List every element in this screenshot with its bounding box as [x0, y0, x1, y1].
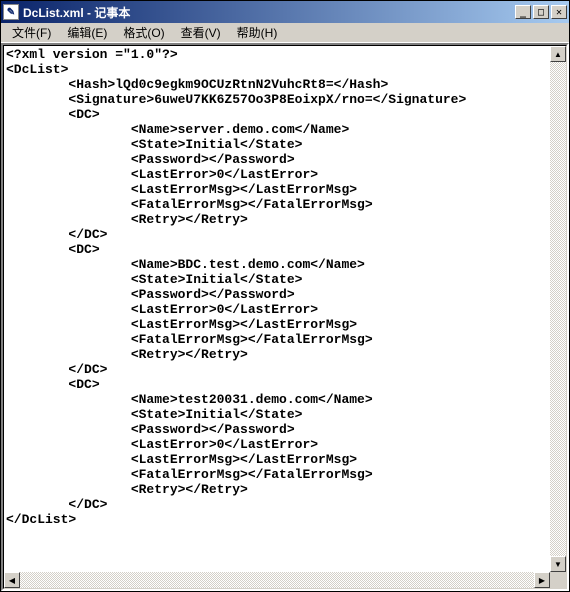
menu-file[interactable]: 文件(F) — [5, 22, 58, 43]
line: <Retry></Retry> — [6, 347, 248, 362]
scroll-down-button[interactable]: ▼ — [550, 556, 566, 572]
window-title: DcList.xml - 记事本 — [23, 4, 515, 21]
menu-help[interactable]: 帮助(H) — [230, 22, 285, 43]
content-inner: <?xml version ="1.0"?> <DcList> <Hash>lQ… — [3, 45, 567, 589]
scroll-track-horizontal[interactable] — [20, 572, 534, 588]
line: <LastErrorMsg></LastErrorMsg> — [6, 452, 357, 467]
line: <Retry></Retry> — [6, 212, 248, 227]
window-controls: _ □ ✕ — [515, 5, 567, 19]
line: <LastError>0</LastError> — [6, 302, 318, 317]
line: </DC> — [6, 362, 107, 377]
line: <DcList> — [6, 62, 68, 77]
scrollbar-corner — [550, 572, 566, 588]
line: <LastError>0</LastError> — [6, 437, 318, 452]
scroll-left-button[interactable]: ◀ — [4, 572, 20, 588]
line: </DcList> — [6, 512, 76, 527]
minimize-button[interactable]: _ — [515, 5, 531, 19]
line: </DC> — [6, 227, 107, 242]
notepad-icon: ✎ — [3, 4, 19, 20]
line: <DC> — [6, 107, 100, 122]
scroll-track-vertical[interactable] — [550, 62, 566, 556]
line: <Password></Password> — [6, 287, 295, 302]
line: <State>Initial</State> — [6, 272, 302, 287]
line: <Password></Password> — [6, 422, 295, 437]
line: <FatalErrorMsg></FatalErrorMsg> — [6, 197, 373, 212]
line: <Hash>lQd0c9egkm9OCUzRtnN2VuhcRt8=</Hash… — [6, 77, 388, 92]
menu-edit[interactable]: 编辑(E) — [60, 22, 114, 43]
line: <DC> — [6, 242, 100, 257]
menu-format[interactable]: 格式(O) — [116, 22, 171, 43]
line: <FatalErrorMsg></FatalErrorMsg> — [6, 467, 373, 482]
line: <State>Initial</State> — [6, 407, 302, 422]
line: <Name>test20031.demo.com</Name> — [6, 392, 373, 407]
line: <?xml version ="1.0"?> — [6, 47, 178, 62]
text-area[interactable]: <?xml version ="1.0"?> <DcList> <Hash>lQ… — [4, 46, 550, 572]
line: <State>Initial</State> — [6, 137, 302, 152]
maximize-button[interactable]: □ — [533, 5, 549, 19]
menubar: 文件(F) 编辑(E) 格式(O) 查看(V) 帮助(H) — [1, 23, 569, 43]
line: <Password></Password> — [6, 152, 295, 167]
menu-view[interactable]: 查看(V) — [174, 22, 228, 43]
line: <Name>server.demo.com</Name> — [6, 122, 349, 137]
horizontal-scrollbar[interactable]: ◀ ▶ — [4, 572, 550, 588]
line: <LastError>0</LastError> — [6, 167, 318, 182]
titlebar: ✎ DcList.xml - 记事本 _ □ ✕ — [1, 1, 569, 23]
line: <LastErrorMsg></LastErrorMsg> — [6, 182, 357, 197]
scroll-right-button[interactable]: ▶ — [534, 572, 550, 588]
content-frame: <?xml version ="1.0"?> <DcList> <Hash>lQ… — [1, 43, 569, 591]
scroll-up-button[interactable]: ▲ — [550, 46, 566, 62]
line: <DC> — [6, 377, 100, 392]
close-button[interactable]: ✕ — [551, 5, 567, 19]
line: <FatalErrorMsg></FatalErrorMsg> — [6, 332, 373, 347]
line: <Retry></Retry> — [6, 482, 248, 497]
line: </DC> — [6, 497, 107, 512]
vertical-scrollbar[interactable]: ▲ ▼ — [550, 46, 566, 572]
line: <Signature>6uweU7KK6Z57Oo3P8EoixpX/rno=<… — [6, 92, 466, 107]
line: <LastErrorMsg></LastErrorMsg> — [6, 317, 357, 332]
line: <Name>BDC.test.demo.com</Name> — [6, 257, 365, 272]
